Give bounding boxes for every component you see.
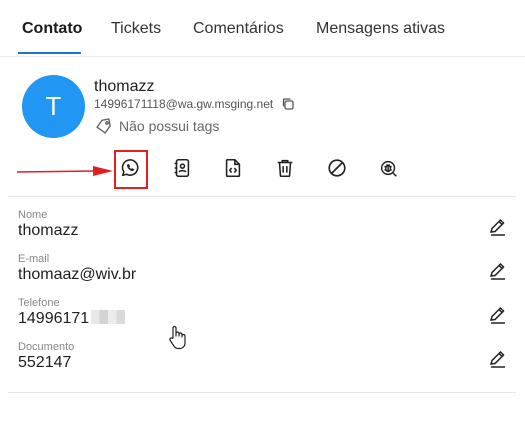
hand-cursor-icon xyxy=(169,325,186,350)
section-divider xyxy=(8,196,516,197)
section-divider xyxy=(8,392,516,393)
contact-card-button[interactable] xyxy=(165,150,199,186)
tab-mensagens-ativas[interactable]: Mensagens ativas xyxy=(316,20,445,38)
block-icon xyxy=(328,159,346,177)
redacted-digits xyxy=(91,310,126,324)
field-label: Nome xyxy=(18,209,48,221)
block-button[interactable] xyxy=(320,150,354,186)
contact-name: thomazz xyxy=(94,78,155,95)
arrow-annotation xyxy=(16,166,113,176)
tags-text: Não possui tags xyxy=(119,118,220,134)
delete-button[interactable] xyxy=(268,150,302,186)
tags-line[interactable]: Não possui tags xyxy=(95,118,219,134)
tab-tickets[interactable]: Tickets xyxy=(111,20,161,38)
field-value: 552147 xyxy=(18,354,72,371)
field-nome: Nome thomazz xyxy=(18,209,508,240)
active-tab-indicator xyxy=(18,52,81,54)
field-label: E-mail xyxy=(18,253,50,265)
highlight-annotation xyxy=(114,150,148,189)
tab-comentarios[interactable]: Comentários xyxy=(193,20,284,38)
field-value: thomaaz@wiv.br xyxy=(18,266,137,283)
contact-id-text: 14996171118@wa.gw.msging.net xyxy=(94,97,274,111)
debug-button[interactable] xyxy=(372,150,406,186)
code-file-button[interactable] xyxy=(216,150,250,186)
tabs-divider xyxy=(0,56,525,57)
field-label: Telefone xyxy=(18,297,60,309)
trash-icon xyxy=(277,159,293,178)
field-value: 14996171 xyxy=(18,310,90,327)
field-documento: Documento 552147 xyxy=(18,341,508,372)
edit-icon[interactable] xyxy=(488,349,508,369)
tab-contato[interactable]: Contato xyxy=(22,20,82,38)
avatar: T xyxy=(22,75,85,138)
field-email: E-mail thomaaz@wiv.br xyxy=(18,253,508,284)
code-file-icon xyxy=(225,158,241,178)
edit-icon[interactable] xyxy=(488,217,508,237)
tag-icon xyxy=(96,118,111,134)
contact-identity: 14996171118@wa.gw.msging.net xyxy=(94,97,295,111)
field-value-row: 14996171 xyxy=(18,310,508,328)
bug-search-icon xyxy=(380,160,397,177)
contact-card-icon xyxy=(174,158,190,178)
field-label: Documento xyxy=(18,341,75,353)
field-value: thomazz xyxy=(18,222,79,239)
field-telefone: Telefone 14996171 xyxy=(18,297,508,328)
edit-icon[interactable] xyxy=(488,261,508,281)
tab-bar: Contato Tickets Comentários Mensagens at… xyxy=(0,0,525,56)
edit-icon[interactable] xyxy=(488,305,508,325)
copy-icon[interactable] xyxy=(281,97,295,111)
